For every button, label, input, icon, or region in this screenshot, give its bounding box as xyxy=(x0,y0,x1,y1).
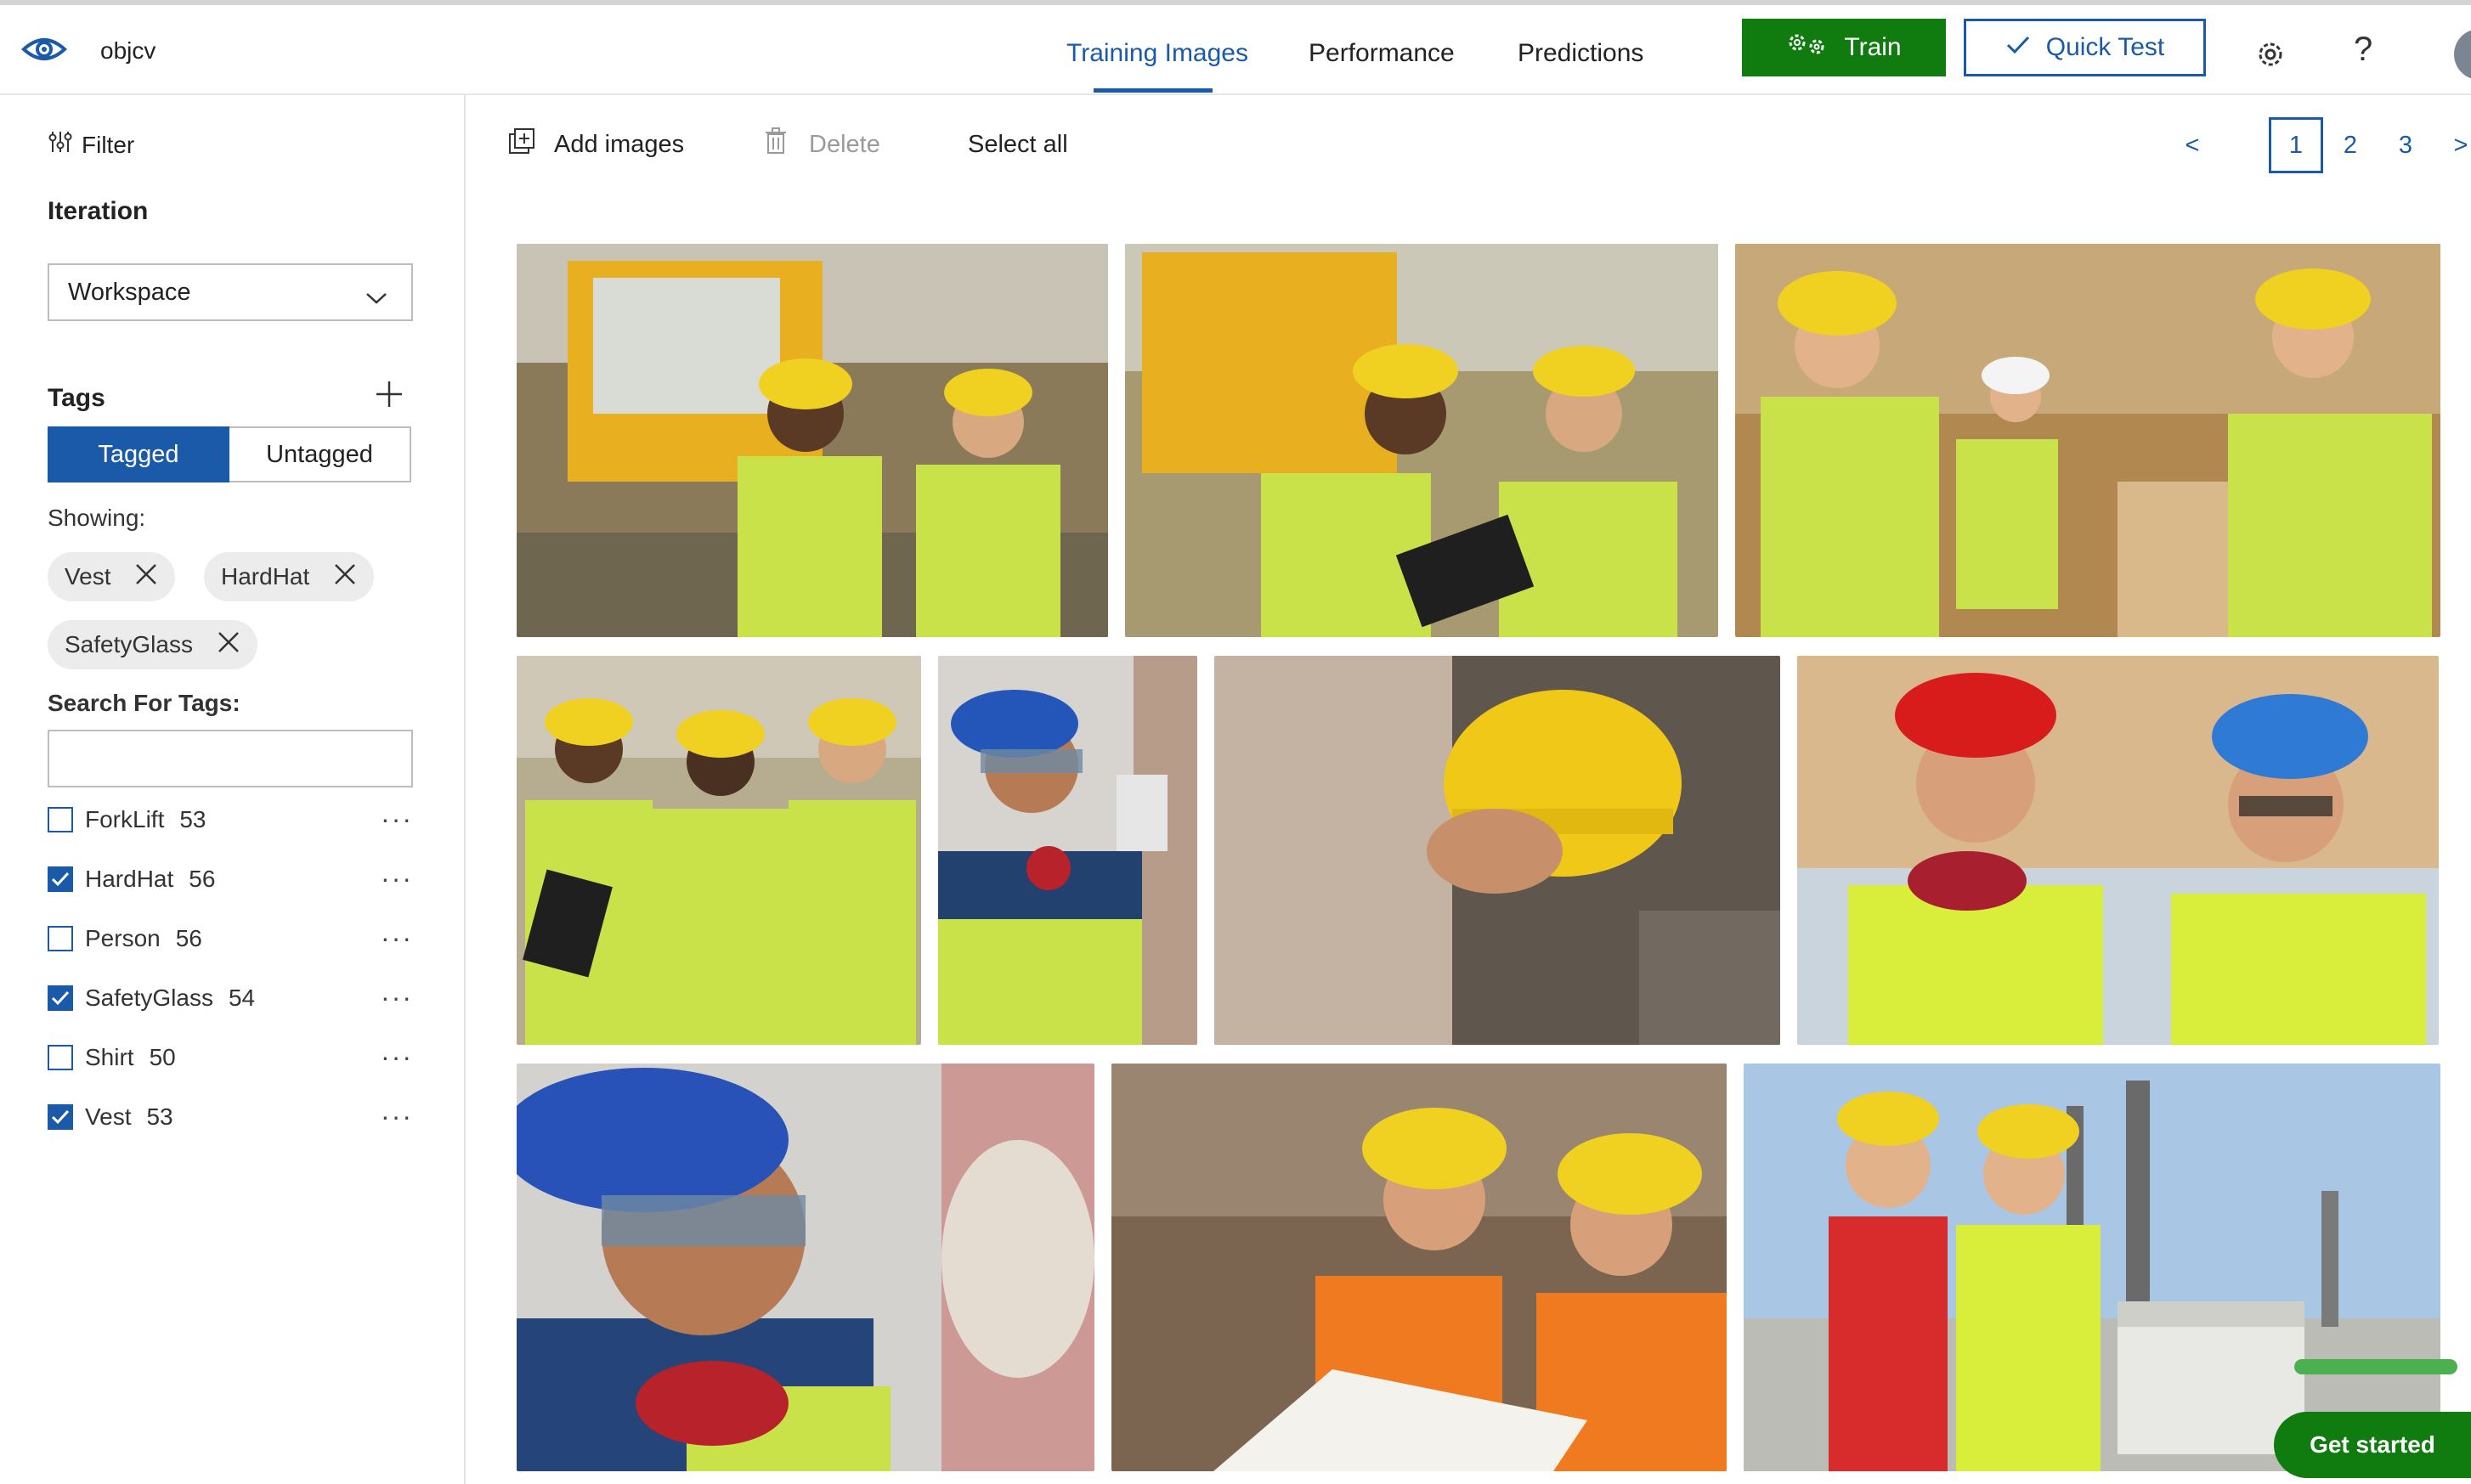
add-images-button[interactable]: Add images xyxy=(508,127,684,161)
tag-count: 56 xyxy=(189,866,216,892)
filter-chip-hardhat: HardHat xyxy=(204,552,375,601)
training-image-thumbnail[interactable] xyxy=(517,656,921,1045)
help-icon[interactable]: ? xyxy=(2354,31,2372,69)
add-image-icon xyxy=(508,127,535,161)
more-options-icon[interactable]: ··· xyxy=(381,804,413,835)
training-image-thumbnail[interactable] xyxy=(938,656,1197,1045)
delete-label: Delete xyxy=(809,130,880,158)
tab-training-images[interactable]: Training Images xyxy=(1066,39,1248,68)
filter-chip-vest: Vest xyxy=(48,552,176,601)
select-all-button[interactable]: Select all xyxy=(968,131,1068,159)
project-name[interactable]: objcv xyxy=(100,37,155,65)
search-tags-input[interactable] xyxy=(48,730,413,787)
showing-label: Showing: xyxy=(48,505,146,531)
checkbox-unchecked[interactable] xyxy=(48,1045,73,1070)
tag-name: HardHat xyxy=(85,866,174,892)
training-image-thumbnail[interactable] xyxy=(1735,244,2440,637)
pagination-page-1[interactable]: 1 xyxy=(2269,117,2323,173)
train-button-label: Train xyxy=(1844,33,1902,61)
tag-count: 56 xyxy=(175,925,202,951)
iteration-value: Workspace xyxy=(68,278,191,306)
filter-sliders-icon xyxy=(48,129,73,161)
eye-logo-icon[interactable] xyxy=(20,29,68,70)
get-started-button[interactable]: Get started xyxy=(2274,1412,2471,1478)
tag-count: 50 xyxy=(149,1044,176,1070)
pagination-prev[interactable]: < xyxy=(2165,117,2219,173)
more-options-icon[interactable]: ··· xyxy=(381,982,413,1013)
tag-row-hardhat[interactable]: HardHat 56 ··· xyxy=(48,860,413,899)
progress-bar-indicator xyxy=(2294,1359,2457,1374)
more-options-icon[interactable]: ··· xyxy=(381,863,413,894)
checkbox-unchecked[interactable] xyxy=(48,807,73,832)
training-image-thumbnail[interactable] xyxy=(1111,1064,1727,1471)
tags-heading: Tags xyxy=(48,384,105,412)
filter-label: Filter xyxy=(82,131,135,158)
tab-predictions[interactable]: Predictions xyxy=(1518,39,1643,68)
tag-name: Vest xyxy=(85,1103,132,1130)
training-image-thumbnail[interactable] xyxy=(1214,656,1780,1045)
untagged-toggle[interactable]: Untagged xyxy=(229,426,411,482)
tag-name: Person xyxy=(85,925,161,951)
training-image-thumbnail[interactable] xyxy=(1797,656,2439,1045)
tag-name: ForkLift xyxy=(85,806,165,832)
tag-row-shirt[interactable]: Shirt 50 ··· xyxy=(48,1038,413,1077)
close-icon[interactable] xyxy=(217,630,240,660)
tagged-toggle[interactable]: Tagged xyxy=(48,426,229,482)
tag-name: SafetyGlass xyxy=(85,985,213,1011)
train-button[interactable]: Train xyxy=(1742,19,1946,76)
filter-button[interactable]: Filter xyxy=(48,129,134,161)
more-options-icon[interactable]: ··· xyxy=(381,1101,413,1132)
tag-row-forklift[interactable]: ForkLift 53 ··· xyxy=(48,800,413,839)
training-image-thumbnail[interactable] xyxy=(1744,1064,2440,1471)
chip-label: Vest xyxy=(65,563,111,590)
training-image-thumbnail[interactable] xyxy=(517,244,1108,637)
tag-count: 53 xyxy=(146,1103,173,1130)
tag-row-vest[interactable]: Vest 53 ··· xyxy=(48,1097,413,1137)
quick-test-label: Quick Test xyxy=(2045,33,2165,61)
chip-label: SafetyGlass xyxy=(65,631,193,657)
more-options-icon[interactable]: ··· xyxy=(381,923,413,954)
tag-count: 53 xyxy=(179,806,206,832)
tab-performance[interactable]: Performance xyxy=(1309,39,1455,68)
checkbox-checked[interactable] xyxy=(48,866,73,892)
chevron-down-icon xyxy=(365,284,387,312)
chip-label: HardHat xyxy=(221,563,310,590)
training-image-thumbnail[interactable] xyxy=(1125,244,1718,637)
tag-count: 54 xyxy=(228,985,256,1011)
add-tag-plus-icon[interactable] xyxy=(374,379,404,409)
training-image-thumbnail[interactable] xyxy=(517,1064,1094,1471)
add-images-label: Add images xyxy=(554,130,685,158)
iteration-heading: Iteration xyxy=(48,197,149,225)
top-nav-bar: objcv Training Images Performance Predic… xyxy=(0,5,2471,95)
delete-button[interactable]: Delete xyxy=(765,127,880,161)
tag-row-safetyglass[interactable]: SafetyGlass 54 ··· xyxy=(48,979,413,1018)
filter-chip-safetyglass: SafetyGlass xyxy=(48,620,257,669)
checkbox-checked[interactable] xyxy=(48,1104,73,1130)
pagination-page-2[interactable]: 2 xyxy=(2323,117,2378,173)
more-options-icon[interactable]: ··· xyxy=(381,1041,413,1073)
close-icon[interactable] xyxy=(333,562,357,592)
pagination-page-3[interactable]: 3 xyxy=(2378,117,2433,173)
checkbox-unchecked[interactable] xyxy=(48,926,73,951)
close-icon[interactable] xyxy=(134,562,158,592)
iteration-dropdown[interactable]: Workspace xyxy=(48,263,413,321)
active-tab-indicator xyxy=(1094,88,1213,93)
gears-icon xyxy=(1786,31,1830,64)
trash-icon xyxy=(765,127,787,161)
sidebar: Filter Iteration Workspace Tags Tagged U… xyxy=(0,95,466,1484)
settings-gear-icon[interactable] xyxy=(2253,37,2287,71)
image-toolbar: Add images Delete Select all < 1 2 3 > xyxy=(466,95,2471,189)
tag-row-person[interactable]: Person 56 ··· xyxy=(48,919,413,958)
user-avatar[interactable] xyxy=(2454,29,2471,80)
quick-test-button[interactable]: Quick Test xyxy=(1964,19,2206,76)
search-tags-label: Search For Tags: xyxy=(48,690,240,716)
pagination-next[interactable]: > xyxy=(2434,117,2471,173)
checkbox-checked[interactable] xyxy=(48,985,73,1011)
tag-name: Shirt xyxy=(85,1044,134,1070)
checkmark-icon xyxy=(2005,33,2031,62)
